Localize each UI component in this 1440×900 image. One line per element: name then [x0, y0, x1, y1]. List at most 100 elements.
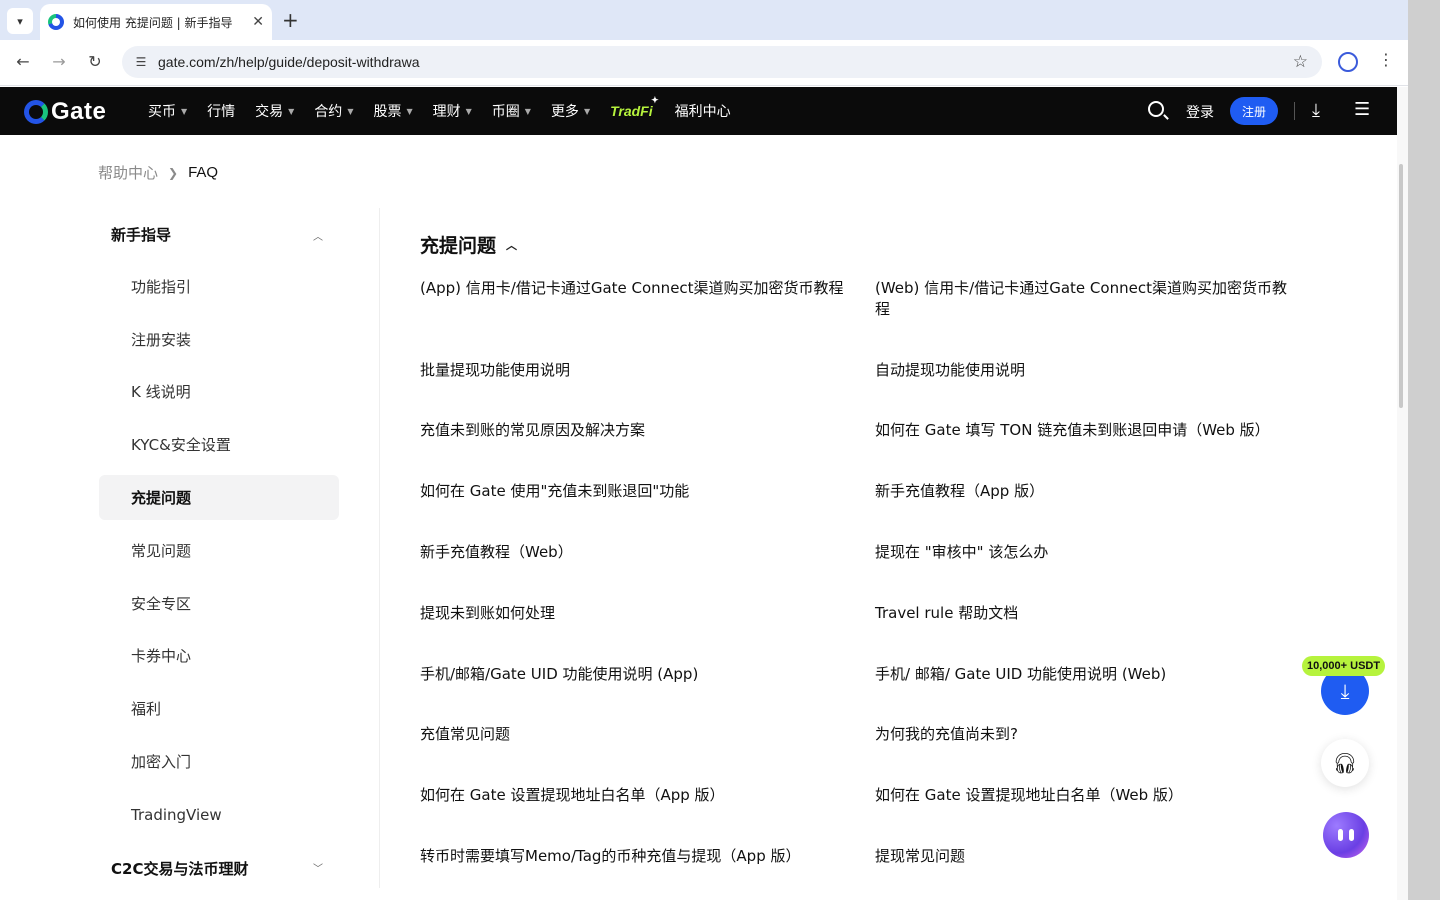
menu-label: 福利中心 [674, 104, 731, 120]
forward-icon[interactable]: → [48, 52, 70, 71]
chevron-up-icon[interactable]: ︿ [313, 228, 323, 243]
support-button[interactable]: 🎧︎ [1321, 739, 1369, 787]
section-title[interactable]: 充提问题 ︿ [420, 231, 517, 258]
browser-tab-strip: ▾ 如何使用 充提问题 | 新手指导 ✕ + [0, 0, 1408, 40]
faq-link[interactable]: 新手充值教程（Web） [420, 542, 850, 563]
faq-link[interactable]: 转币时需要填写Memo/Tag的币种充值与提现（App 版） [420, 846, 850, 867]
bookmark-star-icon[interactable]: ☆ [1293, 52, 1308, 72]
sidebar-item-crypto-intro[interactable]: 加密入门 [99, 739, 339, 784]
breadcrumb-help-center[interactable]: 帮助中心 [98, 162, 158, 183]
header-divider [1294, 102, 1295, 120]
caret-down-icon: ▼ [583, 106, 591, 116]
menu-item-stocks[interactable]: 股票 ▼ [373, 101, 412, 121]
url-text[interactable]: gate.com/zh/help/guide/deposit-withdrawa [158, 54, 420, 70]
sidebar-item-tradingview[interactable]: TradingView [99, 792, 339, 837]
menu-item-welfare[interactable]: 福利中心 [675, 101, 731, 121]
menu-kebab-icon[interactable]: ⋮ [1378, 50, 1394, 69]
gate-logo-text: Gate [51, 98, 107, 125]
menu-item-tradfi[interactable]: TradFi ✦ [610, 95, 659, 119]
tradfi-label: TradFi [610, 103, 653, 119]
reward-badge: 10,000+ USDT [1302, 656, 1386, 676]
faq-link[interactable]: 如何在 Gate 设置提现地址白名单（App 版） [420, 785, 850, 806]
faq-link[interactable]: 自动提现功能使用说明 [875, 360, 1305, 381]
menu-item-futures[interactable]: 合约 ▼ [314, 101, 353, 121]
browser-tab[interactable]: 如何使用 充提问题 | 新手指导 ✕ [40, 4, 272, 40]
gate-logo[interactable]: Gate [24, 98, 106, 126]
caret-down-icon: ▼ [406, 106, 413, 116]
faq-link[interactable]: 充值未到账的常见原因及解决方案 [420, 420, 850, 441]
breadcrumb: 帮助中心 ❯ FAQ [98, 162, 218, 183]
sidebar-item-coupon-center[interactable]: 卡券中心 [99, 633, 339, 678]
sidebar-item-label: KYC&安全设置 [131, 436, 231, 454]
login-link[interactable]: 登录 [1186, 102, 1214, 122]
profile-icon[interactable] [1338, 52, 1358, 72]
sidebar-item-faq[interactable]: 常见问题 [99, 528, 339, 573]
menu-label: 更多 [550, 104, 579, 120]
faq-link[interactable]: 如何在 Gate 填写 TON 链充值未到账退回申请（Web 版） [875, 420, 1305, 441]
chevron-up-icon[interactable]: ︿ [506, 237, 517, 253]
sidebar-item-deposit-withdraw[interactable]: 充提问题 [99, 475, 339, 520]
ai-assistant-button[interactable] [1323, 812, 1369, 858]
faq-link[interactable]: 充值常见问题 [420, 724, 850, 745]
gate-favicon-icon [48, 14, 64, 30]
main-menu: 买币 ▼ 行情 交易 ▼ 合约 ▼ 股票 ▼ 理财 ▼ 币圈 ▼ 更多 ▼ TradFi ✦ 福… [148, 87, 751, 135]
sidebar-item-welfare[interactable]: 福利 [99, 686, 339, 731]
sidebar-item-security-zone[interactable]: 安全专区 [99, 581, 339, 626]
tab-list-icon[interactable]: ▾ [7, 8, 33, 34]
window-edge [1408, 0, 1440, 900]
back-icon[interactable]: ← [12, 52, 34, 71]
faq-link[interactable]: 提现在 "审核中" 该怎么办 [875, 542, 1305, 563]
sidebar-item-label: 福利 [131, 700, 162, 718]
chevron-right-icon: ❯ [168, 165, 179, 180]
faq-link[interactable]: 手机/邮箱/Gate UID 功能使用说明 (App) [420, 664, 850, 685]
sidebar-item-label: TradingView [131, 805, 222, 824]
headset-icon: 🎧︎ [1332, 751, 1358, 775]
sidebar-group-beginner[interactable]: 新手指导 [111, 224, 171, 245]
faq-link[interactable]: (App) 信用卡/借记卡通过Gate Connect渠道购买加密货币教程 [420, 278, 850, 299]
faq-link[interactable]: 如何在 Gate 设置提现地址白名单（Web 版） [875, 785, 1305, 806]
faq-link[interactable]: 新手充值教程（App 版） [875, 481, 1305, 502]
site-header: Gate 买币 ▼ 行情 交易 ▼ 合约 ▼ 股票 ▼ 理财 ▼ 币圈 ▼ 更多 ▼ Trad… [0, 87, 1397, 135]
sidebar-item-feature-guide[interactable]: 功能指引 [99, 264, 339, 309]
address-bar[interactable]: ☰ gate.com/zh/help/guide/deposit-withdra… [122, 46, 1322, 78]
menu-label: 交易 [255, 104, 284, 120]
caret-down-icon: ▼ [465, 106, 472, 116]
sidebar-item-label: 加密入门 [131, 753, 192, 771]
reload-icon[interactable]: ↻ [84, 52, 106, 71]
register-button[interactable]: 注册 [1230, 97, 1278, 125]
search-icon[interactable] [1148, 101, 1164, 117]
chevron-down-icon[interactable]: ﹀ [313, 860, 323, 875]
caret-down-icon: ▼ [288, 106, 295, 116]
faq-link[interactable]: 手机/ 邮箱/ Gate UID 功能使用说明 (Web) [875, 664, 1305, 685]
sidebar-item-register-install[interactable]: 注册安装 [99, 317, 339, 362]
faq-link[interactable]: 批量提现功能使用说明 [420, 360, 850, 381]
menu-item-square[interactable]: 币圈 ▼ [492, 101, 531, 121]
scrollbar-thumb[interactable] [1399, 164, 1403, 408]
sidebar: 新手指导 ︿ 功能指引 注册安装 K 线说明 KYC&安全设置 充提问题 常见问… [99, 208, 380, 888]
faq-link[interactable]: 如何在 Gate 使用"充值未到账退回"功能 [420, 481, 850, 502]
menu-item-more[interactable]: 更多 ▼ [551, 101, 590, 121]
sidebar-item-kline[interactable]: K 线说明 [99, 369, 339, 414]
download-icon[interactable]: ⤓ [1312, 100, 1320, 121]
caret-down-icon: ▼ [524, 106, 531, 116]
site-info-icon[interactable]: ☰ [132, 55, 150, 69]
browser-toolbar: ← → ↻ ☰ gate.com/zh/help/guide/deposit-w… [0, 40, 1408, 86]
new-tab-icon[interactable]: + [282, 8, 299, 32]
menu-item-markets[interactable]: 行情 [207, 101, 235, 121]
hamburger-menu-icon[interactable]: ☰ [1354, 99, 1370, 120]
menu-label: 理财 [432, 104, 461, 120]
menu-item-buy[interactable]: 买币 ▼ [148, 101, 187, 121]
tab-close-icon[interactable]: ✕ [252, 14, 264, 30]
caret-down-icon: ▼ [181, 106, 188, 116]
faq-link[interactable]: (Web) 信用卡/借记卡通过Gate Connect渠道购买加密货币教程 [875, 278, 1290, 320]
faq-link[interactable]: 提现常见问题 [875, 846, 1305, 867]
menu-item-earn[interactable]: 理财 ▼ [433, 101, 472, 121]
faq-link[interactable]: 为何我的充值尚未到? [875, 724, 1305, 745]
breadcrumb-current: FAQ [188, 164, 219, 181]
faq-link[interactable]: Travel rule 帮助文档 [875, 603, 1305, 624]
sidebar-item-label: 注册安装 [131, 331, 192, 349]
sidebar-item-kyc-security[interactable]: KYC&安全设置 [99, 422, 339, 467]
sidebar-group-c2c[interactable]: C2C交易与法币理财 [111, 858, 248, 879]
menu-item-trade[interactable]: 交易 ▼ [255, 101, 294, 121]
faq-link[interactable]: 提现未到账如何处理 [420, 603, 850, 624]
